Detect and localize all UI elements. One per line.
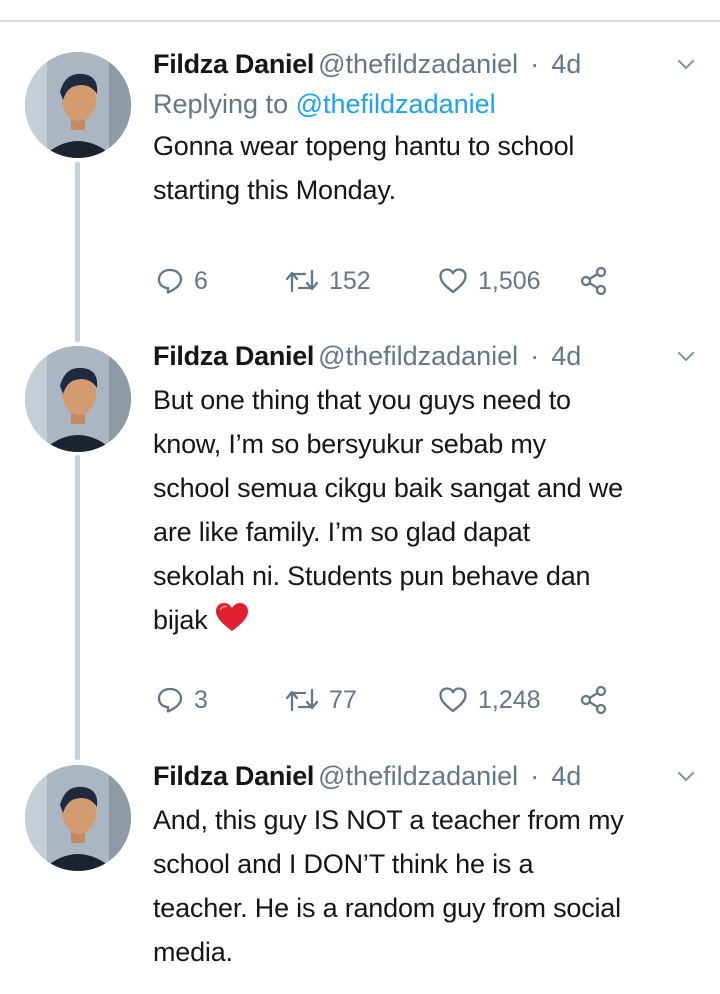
- tweet-actions: 6 152 1,506: [153, 261, 713, 301]
- tweet-text-line: school and I DON’T think he is a: [153, 849, 534, 879]
- tweet-text-line: are like family. I’m so glad dapat: [153, 517, 530, 547]
- author-name[interactable]: Fildza Daniel: [153, 341, 314, 371]
- separator-dot: ·: [530, 341, 540, 371]
- retweet-button[interactable]: 77: [285, 680, 357, 720]
- tweet-text: And, this guy IS NOT a teacher from my s…: [153, 798, 698, 974]
- heart-icon: [439, 687, 467, 713]
- retweet-count: 77: [329, 685, 357, 714]
- author-name[interactable]: Fildza Daniel: [153, 761, 314, 791]
- share-button[interactable]: [579, 261, 609, 301]
- tweet-text-line: school semua cikgu baik sangat and we: [153, 473, 623, 503]
- share-icon: [580, 266, 607, 296]
- tweet-text-line: teacher. He is a random guy from social: [153, 893, 621, 923]
- heart-icon: [439, 268, 467, 294]
- tweet-text-line: know, I’m so bersyukur sebab my: [153, 429, 546, 459]
- tweet-text-fragment: bijak: [153, 605, 208, 635]
- top-divider: [0, 20, 720, 22]
- like-button[interactable]: 1,248: [438, 680, 541, 720]
- like-count: 1,506: [478, 266, 541, 295]
- thread-connector: [75, 455, 80, 760]
- reply-button[interactable]: 6: [156, 261, 208, 301]
- tweet-text-line: Gonna wear topeng hantu to school: [153, 131, 575, 161]
- tweet-text-line: starting this Monday.: [153, 175, 396, 205]
- replying-to-label: Replying to: [153, 89, 296, 119]
- retweet-icon: [285, 688, 319, 712]
- tweet-time[interactable]: 4d: [551, 761, 581, 791]
- reply-count: 6: [194, 266, 208, 295]
- author-handle[interactable]: @thefildzadaniel: [318, 761, 518, 791]
- retweet-button[interactable]: 152: [285, 261, 371, 301]
- avatar[interactable]: [25, 346, 131, 452]
- tweet-text: Gonna wear topeng hantu to school starti…: [153, 124, 698, 212]
- tweet-header: Fildza Daniel @thefildzadaniel · 4d: [153, 44, 698, 84]
- chevron-down-icon[interactable]: [676, 346, 696, 366]
- author-handle[interactable]: @thefildzadaniel: [318, 341, 518, 371]
- thread-connector: [75, 162, 80, 342]
- tweet-header: Fildza Daniel @thefildzadaniel · 4d: [153, 756, 698, 796]
- author-name[interactable]: Fildza Daniel: [153, 49, 314, 79]
- avatar[interactable]: [25, 52, 131, 158]
- tweet-time[interactable]: 4d: [551, 49, 581, 79]
- replying-to: Replying to @thefildzadaniel: [153, 84, 698, 124]
- chevron-down-icon[interactable]: [676, 766, 696, 786]
- separator-dot: ·: [530, 761, 540, 791]
- author-handle[interactable]: @thefildzadaniel: [318, 49, 518, 79]
- like-button[interactable]: 1,506: [438, 261, 541, 301]
- tweet-text-line: media.: [153, 937, 233, 967]
- tweet-text-line: And, this guy IS NOT a teacher from my: [153, 805, 624, 835]
- tweet-text: But one thing that you guys need to know…: [153, 378, 698, 642]
- tweet-header: Fildza Daniel @thefildzadaniel · 4d: [153, 336, 698, 376]
- reply-count: 3: [194, 685, 208, 714]
- red-heart-emoji-icon: [215, 603, 248, 631]
- share-icon: [580, 685, 607, 715]
- tweet-text-line: sekolah ni. Students pun behave dan: [153, 561, 591, 591]
- chevron-down-icon[interactable]: [676, 54, 696, 74]
- retweet-icon: [285, 269, 319, 293]
- tweet-text-line-last: bijak: [153, 598, 698, 642]
- avatar[interactable]: [25, 765, 131, 871]
- reply-button[interactable]: 3: [156, 680, 208, 720]
- reply-icon: [157, 268, 183, 294]
- tweet-actions: 3 77 1,248: [153, 680, 713, 720]
- tweet-time[interactable]: 4d: [551, 341, 581, 371]
- separator-dot: ·: [530, 49, 540, 79]
- retweet-count: 152: [329, 266, 371, 295]
- like-count: 1,248: [478, 685, 541, 714]
- tweet-text-line: But one thing that you guys need to: [153, 385, 571, 415]
- reply-icon: [157, 687, 183, 713]
- share-button[interactable]: [579, 680, 609, 720]
- mention-link[interactable]: @thefildzadaniel: [296, 89, 496, 119]
